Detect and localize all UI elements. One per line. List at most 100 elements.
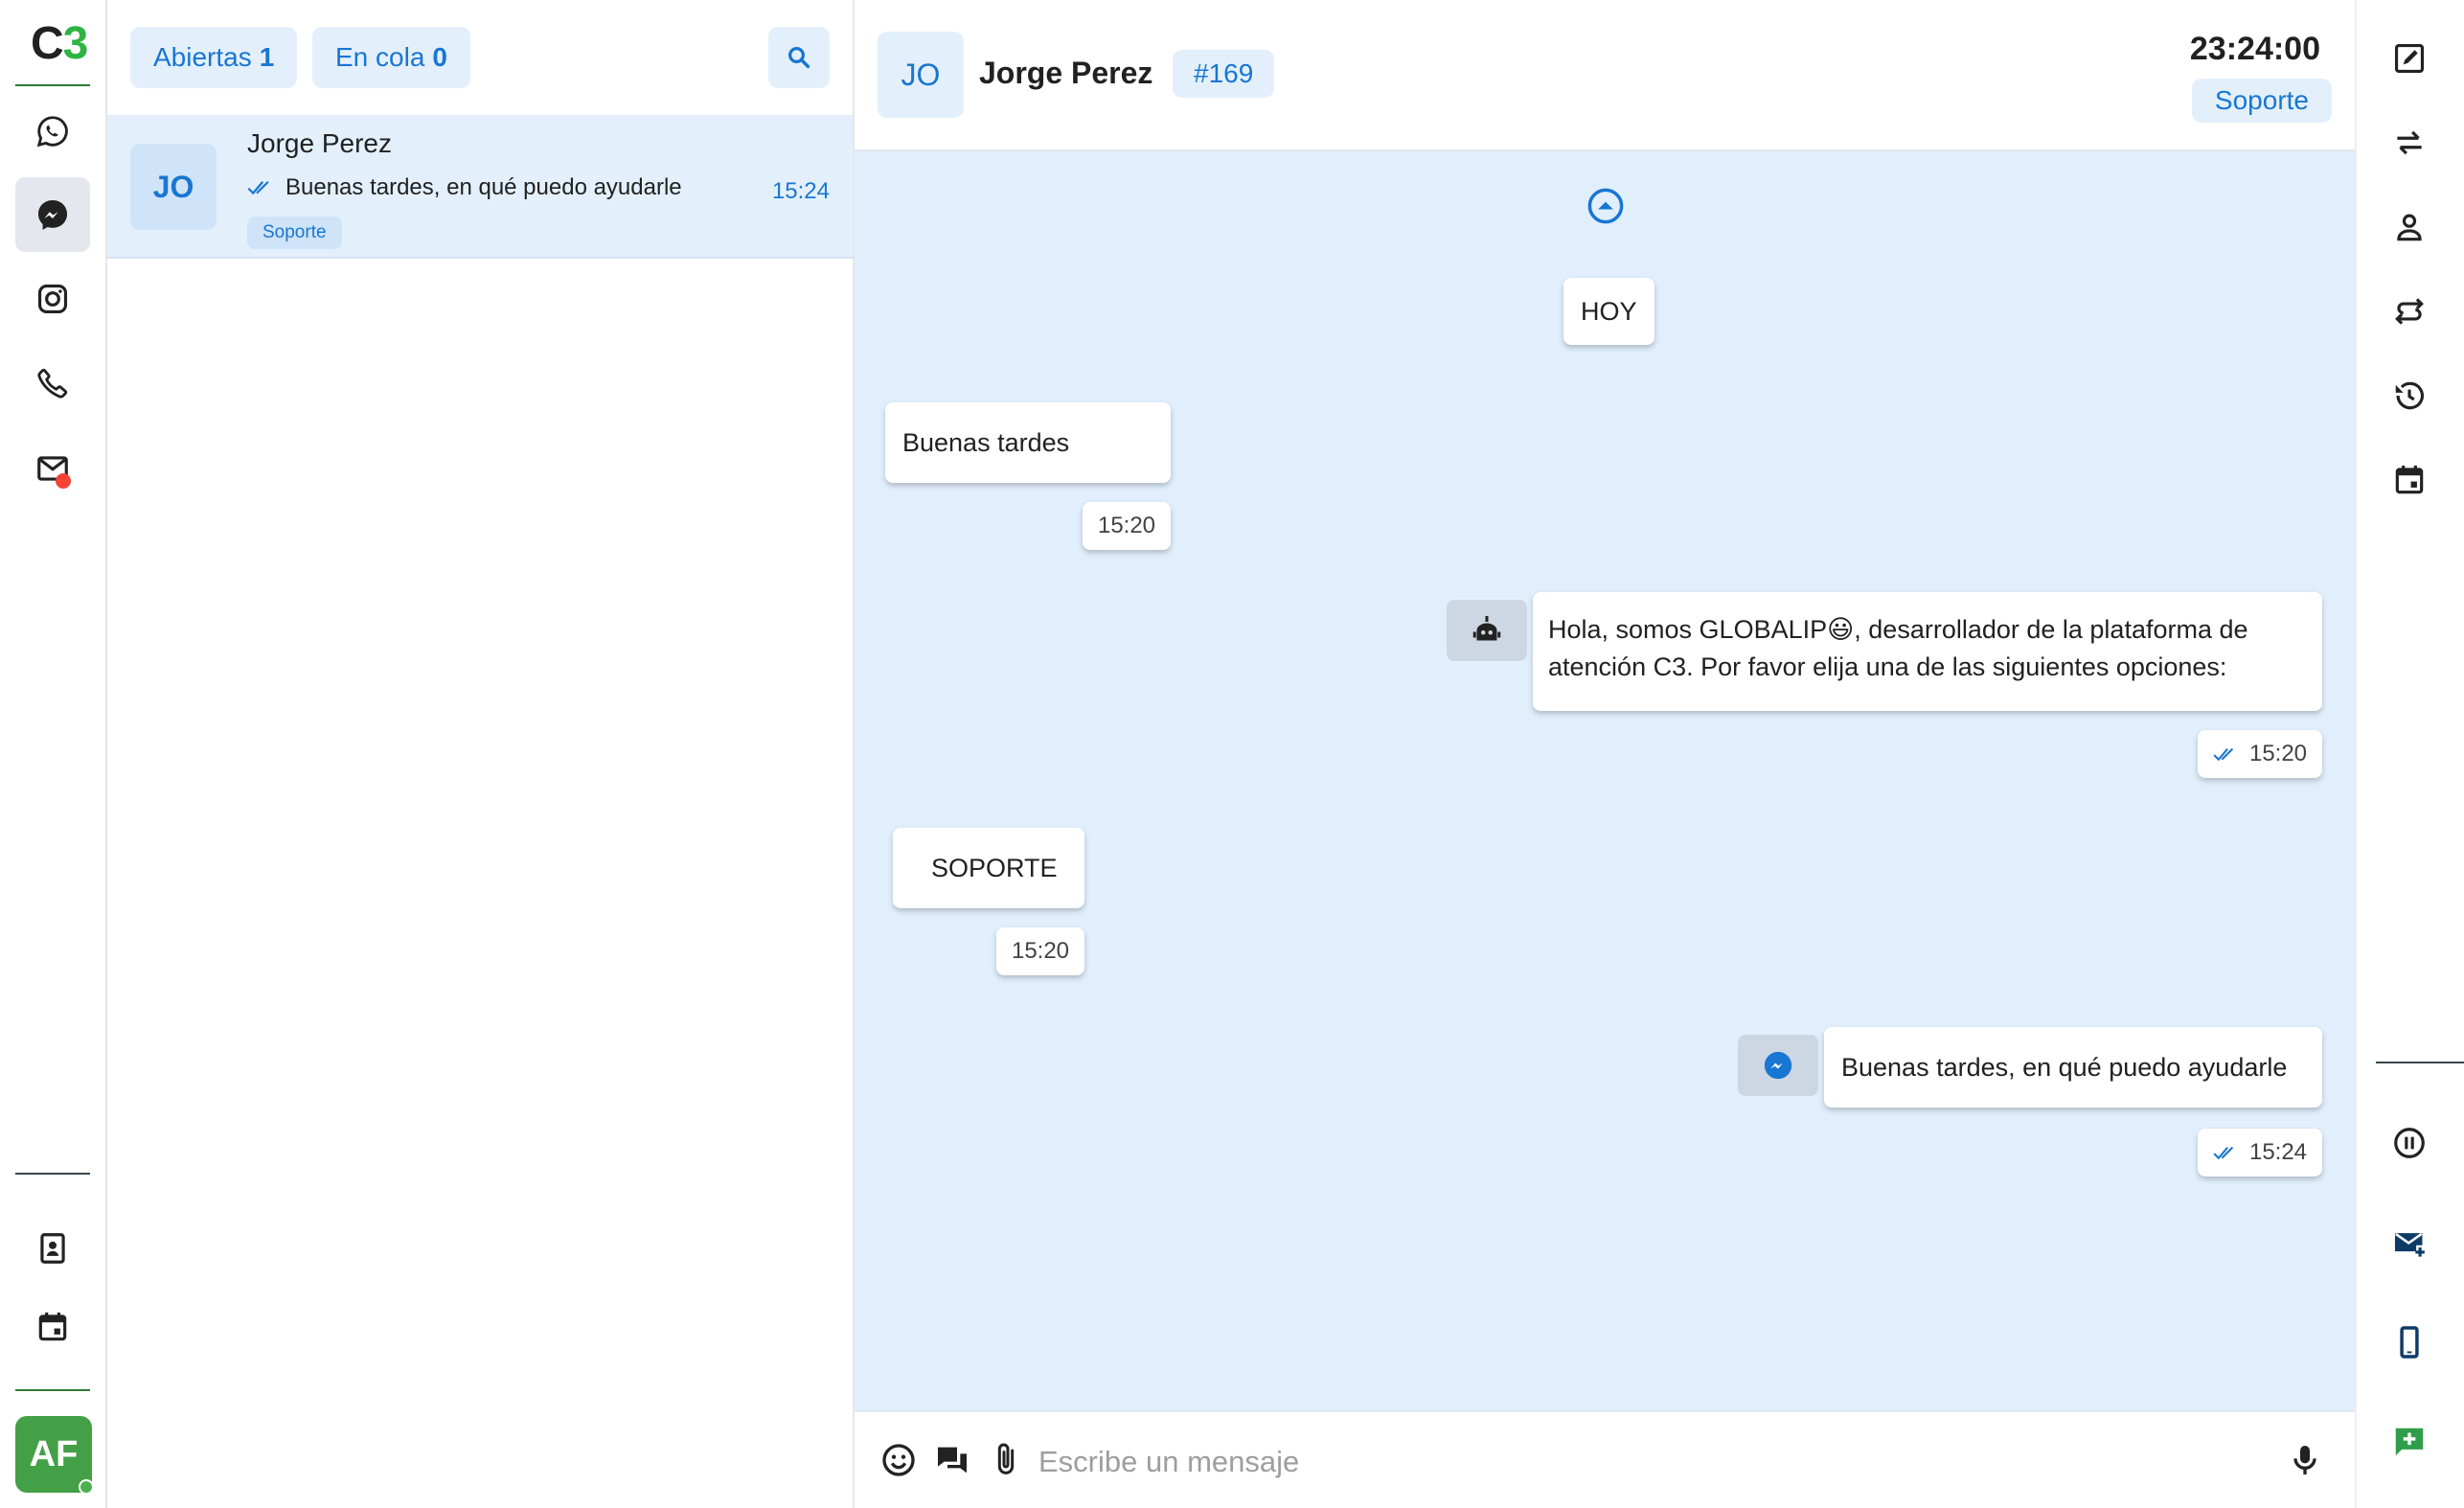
message-text: Buenas tardes, en qué puedo ayudarle bbox=[1841, 1052, 2288, 1082]
queued-conversations-tab[interactable]: En cola 0 bbox=[312, 27, 470, 88]
chat-panel: JO Jorge Perez #169 23:24:00 Soporte HOY… bbox=[855, 0, 2355, 1508]
calendar-icon bbox=[38, 1312, 67, 1341]
message-timestamp: 15:20 bbox=[996, 927, 1084, 975]
contact-avatar[interactable]: JO bbox=[878, 32, 964, 118]
edit-button[interactable] bbox=[2385, 34, 2433, 82]
smiley-emoji: 😃 bbox=[1827, 615, 1855, 644]
queue-tab-label: En cola bbox=[335, 42, 425, 72]
contacts-button[interactable] bbox=[15, 1211, 90, 1286]
last-message-time: 15:24 bbox=[771, 178, 830, 204]
swap-button[interactable] bbox=[2385, 287, 2433, 335]
mobile-button[interactable] bbox=[2385, 1318, 2433, 1366]
message-time: 15:20 bbox=[1011, 938, 1070, 964]
queue-badge: Soporte bbox=[2191, 79, 2332, 123]
channel-instagram-button[interactable] bbox=[15, 262, 90, 336]
history-icon bbox=[2395, 381, 2425, 410]
message-time: 15:20 bbox=[1097, 513, 1156, 538]
chat-header: JO Jorge Perez #169 23:24:00 Soporte bbox=[855, 0, 2355, 151]
pause-button[interactable] bbox=[2385, 1119, 2433, 1167]
double-check-icon bbox=[2213, 747, 2234, 761]
person-icon bbox=[2397, 214, 2422, 241]
bot-sender-badge bbox=[1447, 600, 1527, 661]
message-text: SOPORTE bbox=[931, 853, 1058, 882]
ticket-badge: #169 bbox=[1173, 50, 1275, 98]
search-button[interactable] bbox=[768, 27, 830, 88]
toolbar-divider bbox=[2376, 1062, 2464, 1063]
new-email-icon bbox=[2394, 1232, 2425, 1257]
channel-rail: C3 AF bbox=[0, 0, 107, 1508]
logo-letter: C bbox=[31, 18, 64, 69]
mobile-icon bbox=[2400, 1326, 2419, 1359]
notification-dot bbox=[56, 473, 71, 489]
quick-replies-icon[interactable] bbox=[933, 1441, 971, 1479]
contact-name: Jorge Perez bbox=[979, 56, 1153, 90]
open-tab-label: Abiertas bbox=[153, 42, 252, 72]
message-time: 15:24 bbox=[2248, 1139, 2308, 1165]
channel-email-button[interactable] bbox=[15, 431, 90, 506]
message-input[interactable] bbox=[1038, 1435, 2140, 1489]
conversation-item[interactable]: JO Jorge Perez Buenas tardes, en qué pue… bbox=[107, 115, 853, 259]
message-bubble: SOPORTE bbox=[893, 828, 1084, 908]
calendar-button[interactable] bbox=[15, 1290, 90, 1364]
message-timestamp: 15:20 bbox=[1083, 502, 1171, 550]
logo-number: 3 bbox=[62, 18, 89, 69]
pause-icon bbox=[2394, 1128, 2425, 1158]
messenger-sender-badge bbox=[1738, 1035, 1818, 1096]
app-logo: C3 bbox=[31, 17, 89, 70]
channel-whatsapp-button[interactable] bbox=[15, 94, 90, 169]
conversation-timer: 23:24:00 bbox=[2189, 31, 2320, 67]
user-initials: AF bbox=[29, 1433, 79, 1474]
new-chat-button[interactable] bbox=[2385, 1418, 2433, 1466]
swap-icon bbox=[2395, 298, 2424, 325]
load-older-messages-icon[interactable] bbox=[1586, 186, 1626, 226]
message-line: Hola, somos GLOBALIP😃, desarrollador de … bbox=[1548, 611, 2307, 649]
double-check-icon bbox=[247, 180, 269, 195]
user-avatar[interactable]: AF bbox=[15, 1416, 94, 1495]
action-toolbar bbox=[2355, 0, 2464, 1508]
channel-phone-button[interactable] bbox=[15, 346, 90, 421]
contacts-icon bbox=[40, 1233, 65, 1264]
schedule-button[interactable] bbox=[2385, 456, 2433, 504]
double-check-icon bbox=[2213, 1146, 2234, 1159]
transfer-button[interactable] bbox=[2385, 119, 2433, 167]
rail-divider bbox=[15, 1173, 90, 1175]
messenger-icon bbox=[1764, 1051, 1792, 1080]
message-text: , desarrollador de la plataforma de bbox=[1854, 615, 2248, 644]
calendar-icon bbox=[2395, 465, 2424, 494]
history-button[interactable] bbox=[2385, 372, 2433, 420]
instagram-icon bbox=[37, 284, 68, 314]
queue-tag: Soporte bbox=[247, 217, 342, 249]
robot-icon bbox=[1472, 616, 1501, 641]
contact-info-button[interactable] bbox=[2385, 203, 2433, 251]
search-icon bbox=[788, 47, 810, 69]
day-separator: HOY bbox=[1563, 278, 1654, 345]
message-composer bbox=[855, 1410, 2355, 1508]
message-time: 15:20 bbox=[2248, 741, 2308, 766]
message-text: Hola, somos GLOBALIP bbox=[1548, 615, 1828, 644]
last-message-preview: Buenas tardes, en qué puedo ayudarle bbox=[247, 174, 682, 201]
message-text: Buenas tardes bbox=[902, 427, 1070, 457]
rail-divider bbox=[15, 84, 90, 86]
phone-icon bbox=[37, 368, 68, 399]
messenger-icon bbox=[37, 199, 68, 230]
edit-icon bbox=[2394, 43, 2425, 74]
conversation-list-panel: Abiertas 1 En cola 0 JO Jorge Perez Buen… bbox=[107, 0, 855, 1508]
message-timestamp: 15:20 bbox=[2198, 730, 2322, 778]
microphone-icon[interactable] bbox=[2286, 1441, 2324, 1479]
contact-name: Jorge Perez bbox=[247, 128, 392, 158]
last-message-text: Buenas tardes, en qué puedo ayudarle bbox=[285, 174, 682, 200]
online-status-dot bbox=[79, 1479, 94, 1495]
message-bubble: Buenas tardes bbox=[885, 402, 1171, 483]
message-bubble: Hola, somos GLOBALIP😃, desarrollador de … bbox=[1533, 592, 2322, 711]
rail-divider bbox=[15, 1389, 90, 1391]
whatsapp-icon bbox=[36, 116, 68, 148]
message-area: HOY Buenas tardes 15:20 Hola, somos GLOB… bbox=[855, 151, 2355, 1410]
message-bubble: Buenas tardes, en qué puedo ayudarle bbox=[1824, 1027, 2322, 1108]
open-tab-count: 1 bbox=[259, 42, 275, 72]
new-email-button[interactable] bbox=[2385, 1221, 2433, 1268]
emoji-icon[interactable] bbox=[879, 1441, 918, 1479]
channel-messenger-button[interactable] bbox=[15, 177, 90, 252]
message-timestamp: 15:24 bbox=[2198, 1129, 2322, 1177]
attachment-icon[interactable] bbox=[987, 1441, 1025, 1479]
open-conversations-tab[interactable]: Abiertas 1 bbox=[130, 27, 298, 88]
